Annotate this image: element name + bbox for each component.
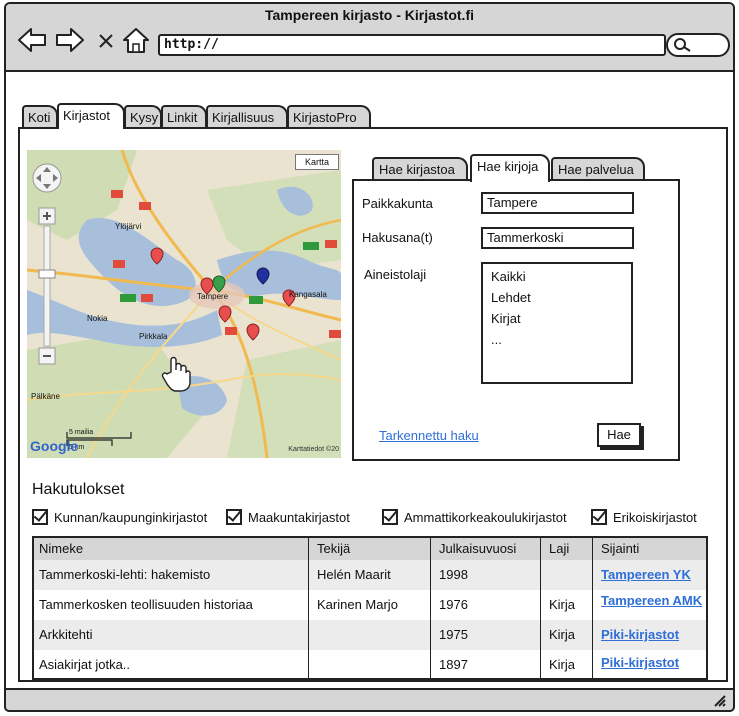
column-header-tekija[interactable]: Tekijä [312, 538, 350, 560]
map-canvas [27, 150, 341, 458]
map-label-ylojarvi: Ylöjärvi [115, 222, 142, 231]
filter-label: Ammattikorkeakoulukirjastot [404, 510, 567, 525]
map-label-pirkkala: Pirkkala [139, 332, 168, 341]
window-title: Tampereen kirjasto - Kirjastot.fi [264, 7, 474, 23]
library-map[interactable]: Kartta Ylöjärvi Tampere Nokia Pirkkala K… [27, 150, 341, 458]
aineistolaji-label: Aineistolaji [364, 267, 427, 282]
table-row[interactable]: Tammerkosken teollisuuden historiaa Kari… [34, 590, 706, 620]
cell-nimeke: Arkkitehti [39, 627, 93, 642]
checkbox-checked-icon[interactable] [591, 509, 607, 525]
cell-nimeke: Tammerkosken teollisuuden historiaa [39, 597, 253, 612]
tab-hae-kirjoja[interactable]: Hae kirjoja [470, 154, 550, 182]
cell-nimeke: Asiakirjat jotka.. [39, 657, 131, 672]
cell-julkaisuvuosi: 1897 [439, 657, 468, 672]
aineistolaji-option[interactable]: Kaikki [491, 266, 623, 287]
browser-statusbar [4, 688, 735, 712]
column-header-julkaisuvuosi[interactable]: Julkaisuvuosi [434, 538, 516, 560]
filter-label: Erikoiskirjastot [613, 510, 697, 525]
column-divider [592, 538, 593, 678]
column-divider [430, 538, 431, 678]
browser-search-field[interactable] [666, 33, 730, 57]
aineistolaji-option[interactable]: Kirjat [491, 308, 623, 329]
map-label-nokia: Nokia [87, 314, 108, 323]
cell-tekija [312, 620, 317, 650]
tab-hae-palvelua[interactable]: Hae palvelua [551, 157, 645, 179]
column-divider [540, 538, 541, 678]
map-pan-control[interactable] [32, 163, 62, 193]
cell-laji: Kirja [549, 627, 576, 642]
cell-julkaisuvuosi: 1975 [439, 627, 468, 642]
cell-julkaisuvuosi: 1976 [439, 597, 468, 612]
paikkakunta-field[interactable]: Tampere [481, 192, 634, 214]
filter-label: Maakuntakirjastot [248, 510, 350, 525]
tab-kirjastopro[interactable]: KirjastoPro [287, 105, 371, 127]
location-link[interactable]: Piki-kirjastot [596, 620, 679, 650]
tab-kirjastot[interactable]: Kirjastot [57, 103, 125, 129]
cell-laji [544, 560, 549, 590]
tab-koti[interactable]: Koti [22, 105, 58, 127]
back-arrow-icon[interactable] [16, 26, 48, 54]
map-attribution: Karttatiedot ©20 [288, 446, 339, 453]
location-link[interactable]: Tampereen AMK [596, 590, 702, 620]
cell-tekija: Karinen Marjo [317, 597, 398, 612]
hakusana-field[interactable]: Tammerkoski [481, 227, 634, 249]
search-button[interactable]: Hae [597, 423, 641, 447]
filter-maakunta[interactable]: Maakuntakirjastot [226, 509, 350, 525]
filter-erikois[interactable]: Erikoiskirjastot [591, 509, 697, 525]
filter-kunnan[interactable]: Kunnan/kaupunginkirjastot [32, 509, 207, 525]
table-row[interactable]: Asiakirjat jotka.. 1897 Kirja Piki-kirja… [34, 650, 706, 678]
tab-hae-kirjastoa[interactable]: Hae kirjastoa [372, 157, 468, 179]
cell-laji: Kirja [549, 597, 576, 612]
map-type-button[interactable]: Kartta [295, 154, 339, 170]
stop-x-icon[interactable] [94, 26, 118, 54]
aineistolaji-listbox[interactable]: Kaikki Lehdet Kirjat ... [481, 262, 633, 384]
checkbox-checked-icon[interactable] [32, 509, 48, 525]
checkbox-checked-icon[interactable] [382, 509, 398, 525]
results-title: Hakutulokset [32, 481, 125, 498]
map-scale-miles: 5 mailia [69, 429, 94, 436]
column-header-sijainti[interactable]: Sijainti [596, 538, 639, 560]
google-logo: Google [30, 438, 79, 454]
tab-kirjallisuus[interactable]: Kirjallisuus [206, 105, 288, 127]
advanced-search-link[interactable]: Tarkennettu haku [379, 428, 479, 443]
column-header-laji[interactable]: Laji [544, 538, 569, 560]
tab-linkit[interactable]: Linkit [161, 105, 207, 127]
aineistolaji-option[interactable]: Lehdet [491, 287, 623, 308]
map-label-palkane: Pälkäne [31, 392, 60, 401]
column-divider [308, 538, 309, 678]
cell-julkaisuvuosi: 1998 [439, 567, 468, 582]
checkbox-checked-icon[interactable] [226, 509, 242, 525]
results-table: Nimeke Tekijä Julkaisuvuosi Laji Sijaint… [32, 536, 708, 680]
paikkakunta-label: Paikkakunta [362, 196, 433, 211]
hakusana-label: Hakusana(t) [362, 230, 433, 245]
column-header-nimeke[interactable]: Nimeke [34, 538, 83, 560]
table-row[interactable]: Tammerkoski-lehti: hakemisto Helén Maari… [34, 560, 706, 590]
tab-kysy[interactable]: Kysy [124, 105, 162, 127]
location-link[interactable]: Piki-kirjastot [596, 650, 679, 678]
filter-label: Kunnan/kaupunginkirjastot [54, 510, 208, 525]
cell-tekija [312, 650, 317, 678]
aineistolaji-option[interactable]: ... [491, 329, 623, 350]
resize-grip-icon[interactable] [711, 693, 727, 707]
address-bar[interactable]: http:// [158, 34, 666, 56]
home-icon[interactable] [120, 26, 152, 54]
table-row[interactable]: Arkkitehti 1975 Kirja Piki-kirjastot [34, 620, 706, 650]
browser-titlebar: Tampereen kirjasto - Kirjastot.fi http:/… [6, 4, 733, 72]
magnifier-icon [674, 38, 691, 52]
cell-tekija: Helén Maarit [317, 567, 391, 582]
map-label-kangasala: Kangasala [289, 290, 327, 299]
map-label-tampere: Tampere [197, 292, 229, 301]
cell-nimeke: Tammerkoski-lehti: hakemisto [39, 567, 211, 582]
location-link[interactable]: Tampereen YK [596, 560, 691, 590]
forward-arrow-icon[interactable] [54, 26, 86, 54]
cell-laji: Kirja [549, 657, 576, 672]
table-header-row: Nimeke Tekijä Julkaisuvuosi Laji Sijaint… [34, 538, 706, 561]
filter-ammattikorkeakoulu[interactable]: Ammattikorkeakoulukirjastot [382, 509, 567, 525]
